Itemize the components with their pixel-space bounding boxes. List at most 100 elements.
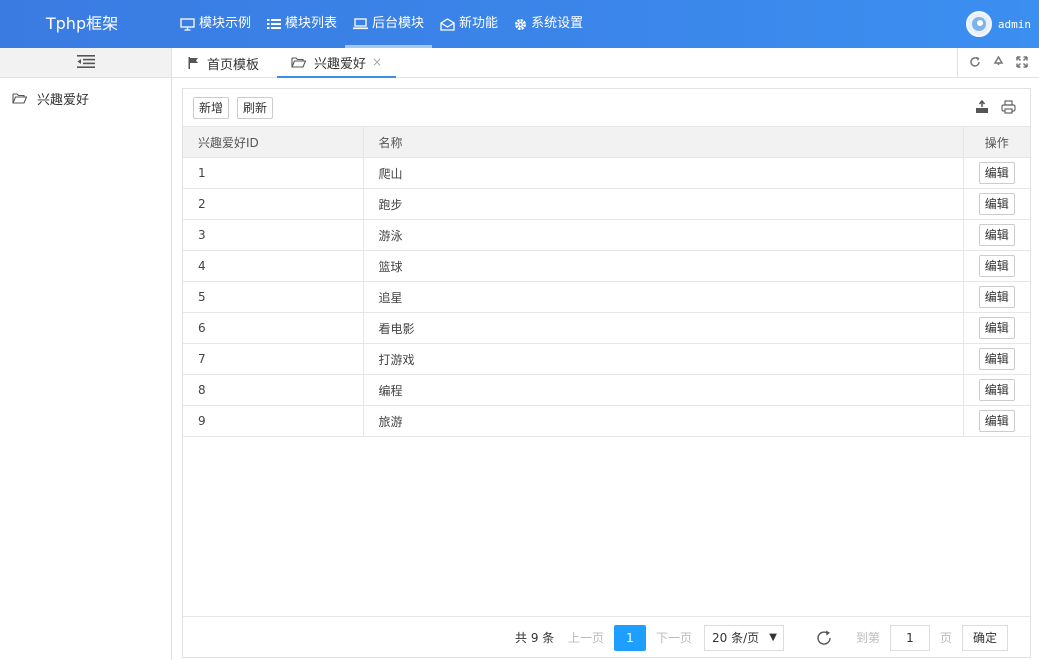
nav-label: 模块列表 bbox=[285, 16, 338, 31]
cell-id: 5 bbox=[183, 281, 364, 313]
column-header-actions: 操作 bbox=[963, 126, 1030, 158]
cell-name: 爬山 bbox=[363, 157, 964, 189]
cell-name: 打游戏 bbox=[363, 343, 964, 375]
print-icon[interactable] bbox=[1001, 100, 1016, 117]
cell-actions: 编辑 bbox=[963, 374, 1030, 406]
cell-name: 编程 bbox=[363, 374, 964, 406]
indent-icon bbox=[76, 54, 95, 71]
cell-actions: 编辑 bbox=[963, 157, 1030, 189]
nav-item-examples[interactable]: 模块示例 bbox=[172, 0, 259, 48]
cell-id: 6 bbox=[183, 312, 364, 344]
cell-name: 旅游 bbox=[363, 405, 964, 437]
laptop-icon bbox=[353, 18, 369, 30]
cell-actions: 编辑 bbox=[963, 281, 1030, 313]
nav-label: 新功能 bbox=[459, 16, 499, 31]
page-size-value: 20 条/页 bbox=[712, 631, 760, 645]
top-nav: 模块示例 模块列表 后台模块 新功能 系统设置 bbox=[172, 0, 591, 48]
sidebar-item-label: 兴趣爱好 bbox=[37, 92, 90, 108]
envelope-open-icon bbox=[440, 17, 455, 31]
username: admin bbox=[997, 17, 1031, 31]
page-unit-label: 页 bbox=[940, 631, 953, 645]
export-icon[interactable] bbox=[975, 99, 989, 117]
caret-down-icon: ▼ bbox=[769, 632, 777, 643]
close-icon[interactable]: × bbox=[372, 55, 382, 69]
refresh-page-icon[interactable] bbox=[815, 617, 833, 658]
table-header-row: 兴趣爱好ID 名称 操作 bbox=[183, 126, 1030, 158]
cell-name: 篮球 bbox=[363, 250, 964, 282]
flag-icon bbox=[188, 57, 199, 69]
cell-id: 1 bbox=[183, 157, 364, 189]
cell-actions: 编辑 bbox=[963, 250, 1030, 282]
prev-page-button[interactable]: 上一页 bbox=[568, 617, 604, 658]
table-row: 8 编程 编辑 bbox=[183, 374, 1030, 406]
list-icon bbox=[267, 18, 282, 30]
fullscreen-icon[interactable] bbox=[1015, 55, 1028, 71]
sidebar-item-hobbies[interactable]: 兴趣爱好 bbox=[0, 78, 171, 118]
cell-actions: 编辑 bbox=[963, 188, 1030, 220]
cell-id: 8 bbox=[183, 374, 364, 406]
cell-actions: 编辑 bbox=[963, 219, 1030, 251]
cell-name: 跑步 bbox=[363, 188, 964, 220]
table-tools bbox=[975, 99, 1016, 117]
tab-label: 首页模板 bbox=[207, 57, 260, 73]
refresh-button[interactable]: 刷新 bbox=[237, 97, 274, 119]
cell-actions: 编辑 bbox=[963, 312, 1030, 344]
edit-button[interactable]: 编辑 bbox=[978, 348, 1015, 370]
table-row: 2 跑步 编辑 bbox=[183, 188, 1030, 220]
cell-id: 9 bbox=[183, 405, 364, 437]
top-header: Tphp框架 模块示例 模块列表 后台模块 新功能 系统设置 admin bbox=[0, 0, 1039, 48]
page-size-select[interactable]: 20 条/页 ▼ bbox=[704, 625, 784, 651]
edit-button[interactable]: 编辑 bbox=[978, 224, 1015, 246]
sidebar: 兴趣爱好 bbox=[0, 48, 172, 660]
goto-confirm-button[interactable]: 确定 bbox=[962, 625, 1008, 651]
table-toolbar: 新增 刷新 bbox=[193, 97, 281, 119]
cell-id: 4 bbox=[183, 250, 364, 282]
next-page-button[interactable]: 下一页 bbox=[656, 617, 692, 658]
cell-name: 游泳 bbox=[363, 219, 964, 251]
nav-item-modules[interactable]: 模块列表 bbox=[259, 0, 345, 48]
sidebar-toggle[interactable] bbox=[0, 48, 171, 78]
cell-id: 7 bbox=[183, 343, 364, 375]
avatar[interactable] bbox=[965, 11, 992, 37]
nav-item-settings[interactable]: 系统设置 bbox=[506, 0, 591, 48]
tab-bar: 首页模板 兴趣爱好 × bbox=[172, 48, 1039, 78]
table-row: 5 追星 编辑 bbox=[183, 281, 1030, 313]
cell-id: 3 bbox=[183, 219, 364, 251]
cell-name: 看电影 bbox=[363, 312, 964, 344]
edit-button[interactable]: 编辑 bbox=[978, 317, 1015, 339]
user-menu[interactable]: admin bbox=[965, 0, 1031, 48]
tab-hobbies[interactable]: 兴趣爱好 × bbox=[277, 48, 397, 78]
current-page[interactable]: 1 bbox=[614, 625, 646, 651]
nav-item-new-features[interactable]: 新功能 bbox=[432, 0, 506, 48]
nav-item-backend[interactable]: 后台模块 bbox=[345, 0, 433, 48]
gear-icon bbox=[514, 18, 527, 31]
edit-button[interactable]: 编辑 bbox=[978, 255, 1015, 277]
tab-home-template[interactable]: 首页模板 bbox=[188, 48, 259, 78]
table-row: 1 爬山 编辑 bbox=[183, 157, 1030, 189]
tab-tools bbox=[957, 48, 1039, 78]
goto-label: 到第 bbox=[856, 631, 881, 645]
edit-button[interactable]: 编辑 bbox=[978, 379, 1015, 401]
cell-name: 追星 bbox=[363, 281, 964, 313]
folder-open-icon bbox=[291, 56, 306, 68]
edit-button[interactable]: 编辑 bbox=[978, 193, 1015, 215]
folder-open-icon bbox=[12, 92, 27, 104]
cell-actions: 编辑 bbox=[963, 405, 1030, 437]
edit-button[interactable]: 编辑 bbox=[978, 162, 1015, 184]
edit-button[interactable]: 编辑 bbox=[978, 410, 1015, 432]
edit-button[interactable]: 编辑 bbox=[978, 286, 1015, 308]
recycle-icon[interactable] bbox=[992, 55, 1005, 71]
column-header-name[interactable]: 名称 bbox=[363, 126, 964, 158]
nav-label: 系统设置 bbox=[531, 16, 584, 31]
nav-label: 后台模块 bbox=[372, 16, 425, 31]
refresh-icon[interactable] bbox=[969, 56, 981, 71]
pagination: 共 9 条 上一页 1 下一页 20 条/页 ▼ 到第 1 页 确定 bbox=[183, 616, 1030, 657]
add-button[interactable]: 新增 bbox=[193, 97, 230, 119]
column-header-id[interactable]: 兴趣爱好ID bbox=[183, 126, 364, 158]
cell-id: 2 bbox=[183, 188, 364, 220]
table-body: 1 爬山 编辑 2 跑步 编辑 3 游泳 编辑 4 篮球 编辑 5 追星 编辑 6 看电影 编辑 7 打游戏 编辑 8 编程… bbox=[183, 157, 1030, 437]
app-logo[interactable]: Tphp框架 bbox=[0, 0, 164, 48]
table-row: 4 篮球 编辑 bbox=[183, 250, 1030, 282]
goto-page-input[interactable]: 1 bbox=[890, 625, 930, 651]
total-count: 共 9 条 bbox=[515, 631, 555, 645]
